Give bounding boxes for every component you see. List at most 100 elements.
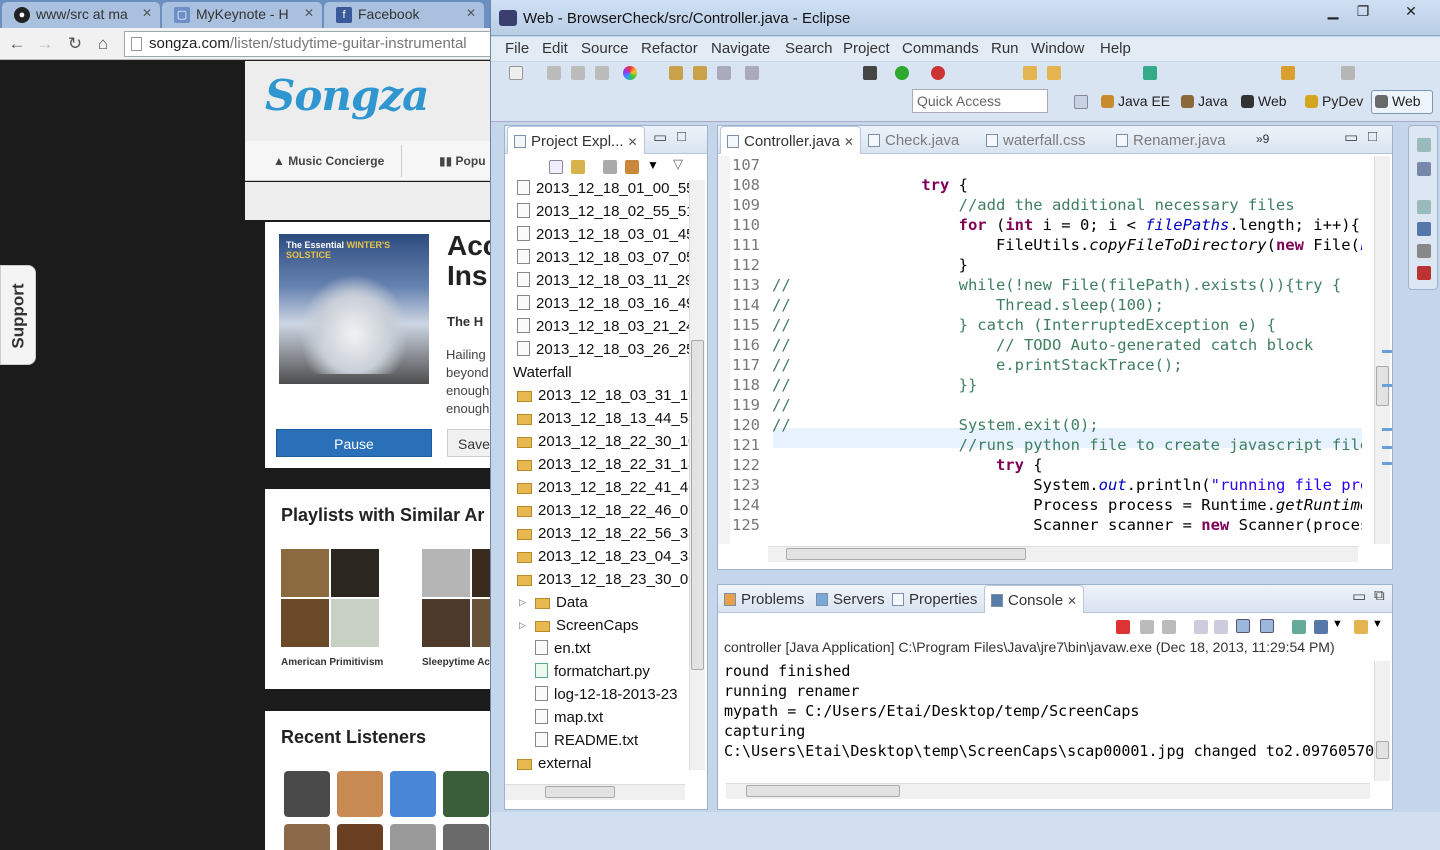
perspective-web[interactable]: Web xyxy=(1241,93,1287,109)
tree-item[interactable]: 2013_12_18_22_56_33 xyxy=(509,525,697,548)
code-line[interactable]: 120 // System.exit(0); xyxy=(732,416,1099,436)
save-all-icon[interactable] xyxy=(571,66,585,80)
browser-tab-keynote[interactable]: ▢ MyKeynote - H ✕ xyxy=(162,2,322,28)
forward-nav-icon[interactable] xyxy=(1341,66,1355,80)
show-on-error-icon[interactable] xyxy=(1260,619,1274,633)
chevron-down-icon[interactable]: ▼ xyxy=(1372,618,1383,630)
perspective-pydev[interactable]: PyDev xyxy=(1305,93,1363,109)
menu-run[interactable]: Run xyxy=(991,40,1019,57)
close-icon[interactable]: ✕ xyxy=(1067,594,1077,608)
code-area[interactable]: 107 108 try {109 //add the additional nec… xyxy=(718,156,1362,544)
view-menu-icon[interactable] xyxy=(625,160,639,174)
code-line[interactable]: 115 // } catch (InterruptedException e) { xyxy=(732,316,1276,336)
remove-all-icon[interactable] xyxy=(1162,620,1176,634)
pause-button[interactable]: Pause xyxy=(276,429,432,457)
tree-item[interactable]: 2013_12_18_03_31_19 xyxy=(509,387,697,410)
home-button[interactable]: ⌂ xyxy=(92,33,114,55)
tab-servers[interactable]: Servers xyxy=(816,591,885,608)
scroll-thumb[interactable] xyxy=(1376,741,1389,759)
outline-icon[interactable] xyxy=(1417,162,1431,176)
tree-item[interactable]: 2013_12_18_02_55_51 xyxy=(509,203,695,226)
close-icon[interactable]: ✕ xyxy=(142,6,152,20)
menu-help[interactable]: Help xyxy=(1100,40,1131,57)
open-type-icon[interactable] xyxy=(669,66,683,80)
junit-icon[interactable] xyxy=(1417,266,1431,280)
songza-logo[interactable]: Songza xyxy=(265,71,429,120)
code-line[interactable]: 107 xyxy=(732,156,772,176)
avatar[interactable] xyxy=(443,824,489,850)
code-line[interactable]: 111 FileUtils.copyFileToDirectory(new Fi… xyxy=(732,236,1362,256)
code-line[interactable]: 116 // // TODO Auto-generated catch block xyxy=(732,336,1313,356)
tree-item[interactable]: formatchart.py xyxy=(509,663,685,686)
chevron-down-icon[interactable]: ▼ xyxy=(1332,618,1343,630)
playlist-label[interactable]: Sleepytime Ac xyxy=(422,657,490,668)
save-icon[interactable] xyxy=(547,66,561,80)
tree-item[interactable]: 2013_12_18_03_21_24 xyxy=(509,318,695,341)
more-tabs-button[interactable]: »9 xyxy=(1256,132,1269,146)
overview-marker[interactable] xyxy=(1382,428,1392,431)
code-line[interactable]: 114 // Thread.sleep(100); xyxy=(732,296,1164,316)
terminate-icon[interactable] xyxy=(1116,620,1130,634)
close-icon[interactable]: ✕ xyxy=(844,135,854,149)
editor-horizontal-scrollbar[interactable] xyxy=(768,546,1358,562)
chevron-down-icon[interactable]: ▼ xyxy=(647,158,659,172)
close-icon[interactable]: ✕ xyxy=(304,6,314,20)
menu-source[interactable]: Source xyxy=(581,40,629,57)
tree-vertical-scrollbar[interactable] xyxy=(689,180,705,770)
perspective-java[interactable]: Java xyxy=(1181,93,1228,109)
tree-item[interactable]: 2013_12_18_23_30_09 xyxy=(509,571,697,594)
tab-renamer-java[interactable]: Renamer.java xyxy=(1116,132,1226,149)
tree-item[interactable]: README.txt xyxy=(509,732,685,755)
link-editor-icon[interactable] xyxy=(571,160,585,174)
color-wheel-icon[interactable] xyxy=(623,66,637,80)
restore-view-icon[interactable]: ⧉ xyxy=(1374,587,1385,604)
code-line[interactable]: 113 // while(!new File(filePath).exists()… xyxy=(732,276,1341,296)
code-line[interactable]: 119 // xyxy=(732,396,791,416)
tree-item[interactable]: 2013_12_18_03_26_25 xyxy=(509,341,695,364)
maximize-button[interactable]: ❐ xyxy=(1349,0,1377,24)
minimize-view-icon[interactable]: ▭ xyxy=(653,128,667,146)
tab-console[interactable]: Console ✕ xyxy=(984,585,1085,613)
address-bar[interactable]: songza.com/listen/studytime-guitar-instr… xyxy=(124,31,504,57)
overview-marker[interactable] xyxy=(1382,384,1392,387)
clear-console-icon[interactable] xyxy=(1194,620,1208,634)
quick-access-input[interactable]: Quick Access xyxy=(912,89,1048,113)
display-console-icon[interactable] xyxy=(1314,620,1328,634)
debug-icon[interactable] xyxy=(863,66,877,80)
console-vertical-scrollbar[interactable] xyxy=(1374,661,1390,781)
restore-icon[interactable] xyxy=(1417,138,1431,152)
avatar[interactable] xyxy=(337,824,383,850)
filter-icon[interactable] xyxy=(603,160,617,174)
code-line[interactable]: 108 try { xyxy=(732,176,968,196)
tree-item[interactable]: external xyxy=(509,755,685,778)
scroll-thumb[interactable] xyxy=(746,785,900,797)
tree-item[interactable]: 2013_12_18_22_46_07 xyxy=(509,502,697,525)
external-tools-icon[interactable] xyxy=(931,66,945,80)
menu-refactor[interactable]: Refactor xyxy=(641,40,698,57)
support-tab[interactable]: Support xyxy=(0,265,36,365)
perspective-web-active[interactable]: Web xyxy=(1375,93,1421,109)
avatar[interactable] xyxy=(443,771,489,817)
menu-commands[interactable]: Commands xyxy=(902,40,979,57)
browser-tab-github[interactable]: ● www/src at ma ✕ xyxy=(2,2,160,28)
tree-item[interactable]: ▷ Data xyxy=(509,594,685,617)
tree-item[interactable]: 2013_12_18_22_30_10 xyxy=(509,433,697,456)
remove-launch-icon[interactable] xyxy=(1140,620,1154,634)
avatar[interactable] xyxy=(284,771,330,817)
tab-project-explorer[interactable]: Project Expl... ✕ xyxy=(507,126,645,154)
show-on-output-icon[interactable] xyxy=(1236,619,1250,633)
close-icon[interactable]: ✕ xyxy=(628,135,638,149)
tree-item[interactable]: 2013_12_18_03_07_05 xyxy=(509,249,695,272)
avatar[interactable] xyxy=(390,824,436,850)
open-console-icon[interactable] xyxy=(1354,620,1368,634)
scroll-thumb[interactable] xyxy=(545,786,615,798)
tree-item[interactable]: 2013_12_18_13_44_53 xyxy=(509,410,697,433)
menu-file[interactable]: File xyxy=(505,40,529,57)
scroll-thumb[interactable] xyxy=(691,340,704,670)
tree-item[interactable]: log-12-18-2013-23 xyxy=(509,686,685,709)
code-line[interactable]: 123 System.out.println("running file pro… xyxy=(732,476,1362,496)
nav-music-concierge[interactable]: ▲ Music Concierge xyxy=(273,154,384,168)
tasks-icon[interactable] xyxy=(1417,244,1431,258)
restore-icon[interactable] xyxy=(1417,200,1431,214)
tree-item[interactable]: 2013_12_18_22_31_18 xyxy=(509,456,697,479)
